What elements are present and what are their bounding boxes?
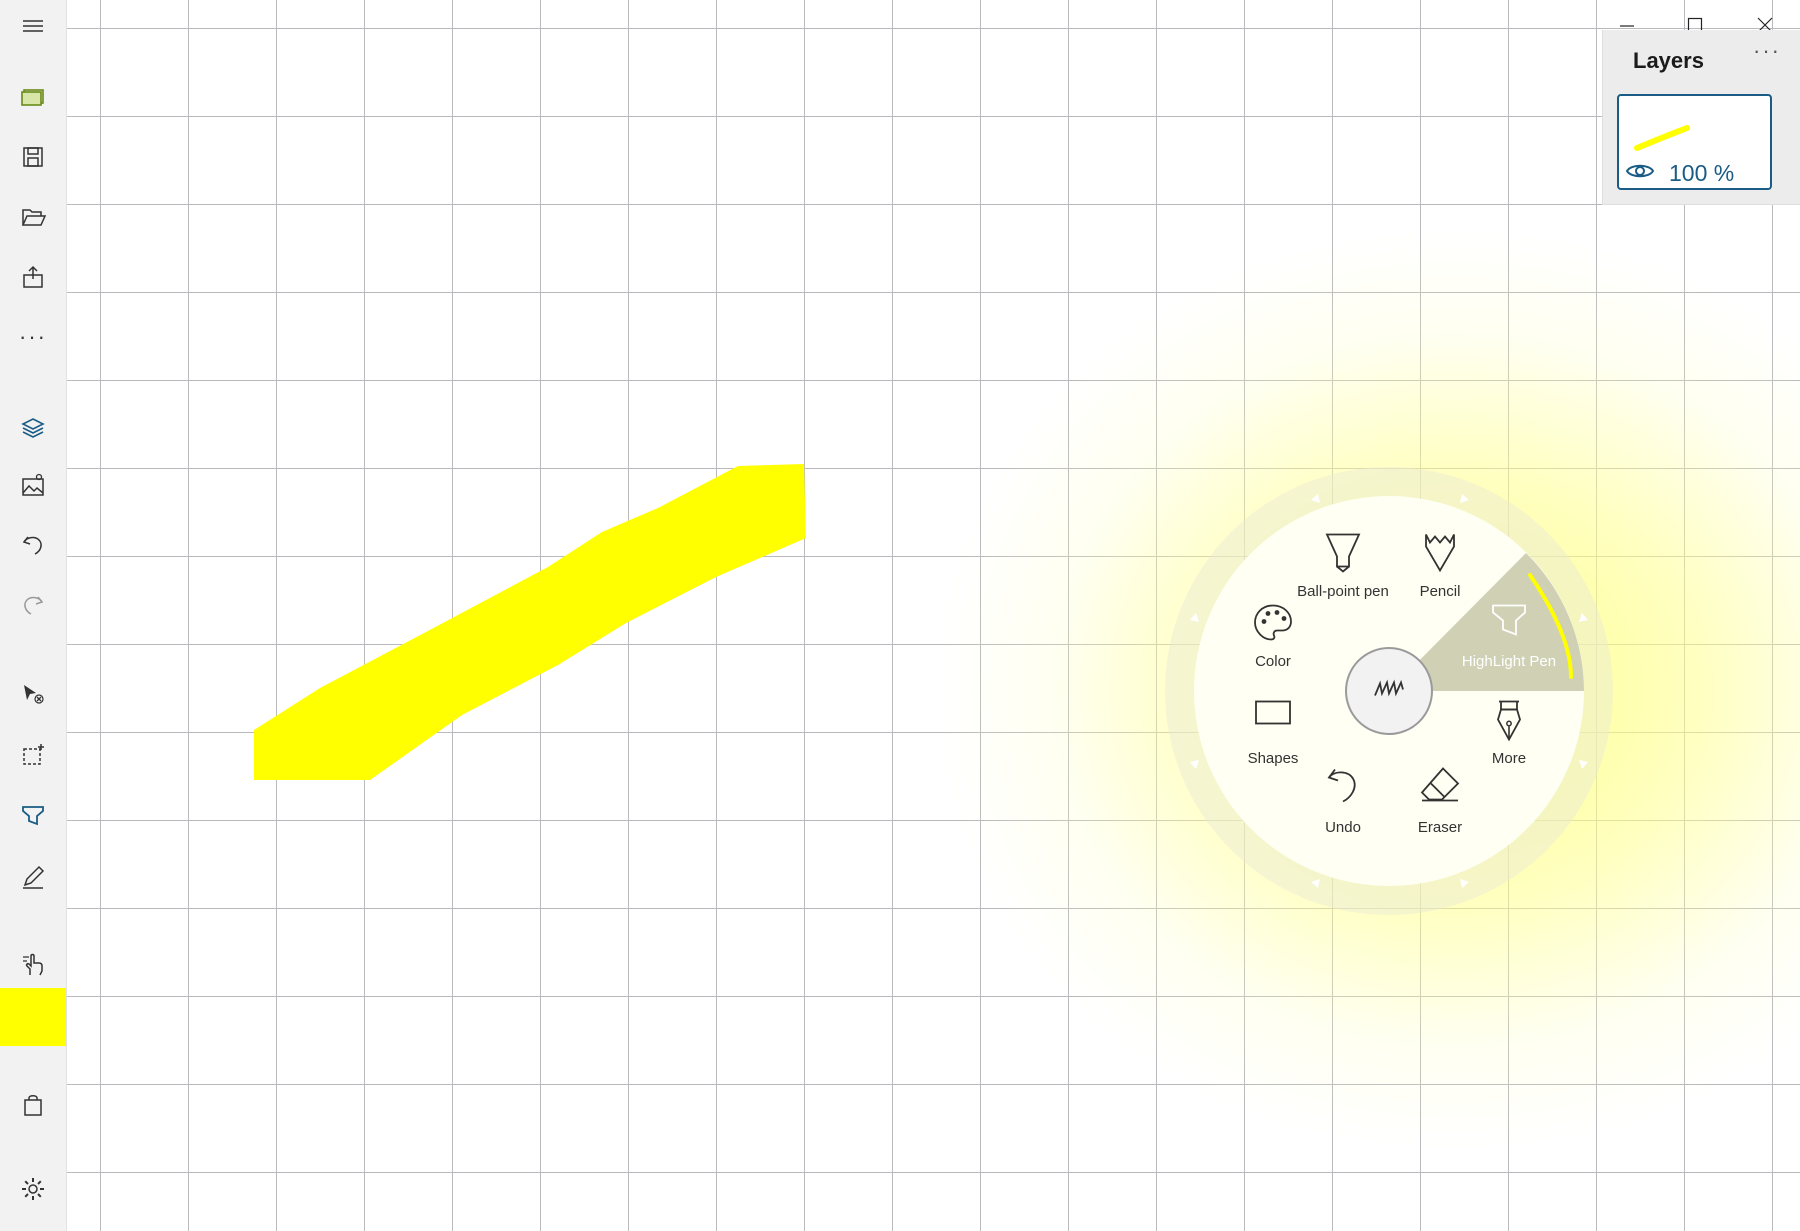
undo-button[interactable]	[0, 520, 66, 570]
ink-scribble-icon	[1374, 679, 1404, 697]
image-icon	[22, 473, 44, 496]
rectangle-icon	[1255, 700, 1291, 725]
layer-preview-stroke	[1634, 125, 1690, 151]
touch-draw-icon	[23, 953, 43, 976]
gear-icon	[22, 1178, 44, 1200]
layers-icon	[21, 418, 45, 438]
share-button[interactable]	[0, 252, 66, 302]
pen-icon	[23, 865, 45, 889]
open-folder-icon	[21, 209, 47, 226]
insert-image-button[interactable]	[0, 460, 66, 510]
open-folder-button[interactable]	[0, 192, 66, 242]
hamburger-menu-button[interactable]	[0, 2, 66, 52]
select-icon	[24, 685, 44, 704]
fountain-pen-icon	[1497, 700, 1521, 742]
ballpoint-pen-icon	[1325, 533, 1361, 573]
share-icon	[23, 265, 43, 288]
eye-icon[interactable]	[1625, 160, 1655, 182]
eraser-icon	[1420, 767, 1460, 802]
layers-panel: Layers ··· 100 %	[1602, 30, 1800, 205]
layer-thumbnail[interactable]: 100 %	[1617, 94, 1772, 190]
pen-tool-button[interactable]	[0, 852, 66, 902]
touch-draw-button[interactable]	[0, 940, 66, 990]
new-canvas-icon	[21, 89, 44, 106]
hamburger-menu-icon	[23, 20, 43, 32]
pencil-icon	[1425, 534, 1455, 573]
more-button[interactable]: ···	[0, 312, 66, 362]
settings-button[interactable]	[0, 1164, 66, 1214]
undo-icon	[1327, 768, 1356, 803]
selection-add-button[interactable]	[0, 730, 66, 780]
current-color-swatch[interactable]	[0, 988, 66, 1046]
radial-menu: Ball-point pen Pencil HighLight Pen Colo…	[1163, 465, 1615, 917]
store-bag-icon	[24, 1095, 42, 1116]
redo-icon	[24, 596, 44, 615]
undo-icon	[22, 536, 42, 555]
layers-title: Layers	[1633, 48, 1704, 73]
left-toolbar: ···	[0, 0, 67, 1231]
save-button[interactable]	[0, 132, 66, 182]
layer-opacity: 100 %	[1669, 160, 1735, 186]
layers-more-button[interactable]: ···	[1749, 40, 1785, 70]
layers-button[interactable]	[0, 402, 66, 452]
palette-icon	[1254, 604, 1292, 641]
highlighter-tool-button[interactable]	[0, 790, 66, 840]
radial-center-button[interactable]	[1372, 678, 1406, 705]
selection-add-icon	[23, 744, 44, 765]
store-button[interactable]	[0, 1080, 66, 1130]
highlighter-icon	[22, 806, 44, 826]
new-canvas-button[interactable]	[0, 72, 66, 122]
highlight-pen-icon	[1492, 604, 1526, 636]
redo-button[interactable]	[0, 580, 66, 630]
save-icon	[23, 147, 43, 167]
select-button[interactable]	[0, 670, 66, 720]
